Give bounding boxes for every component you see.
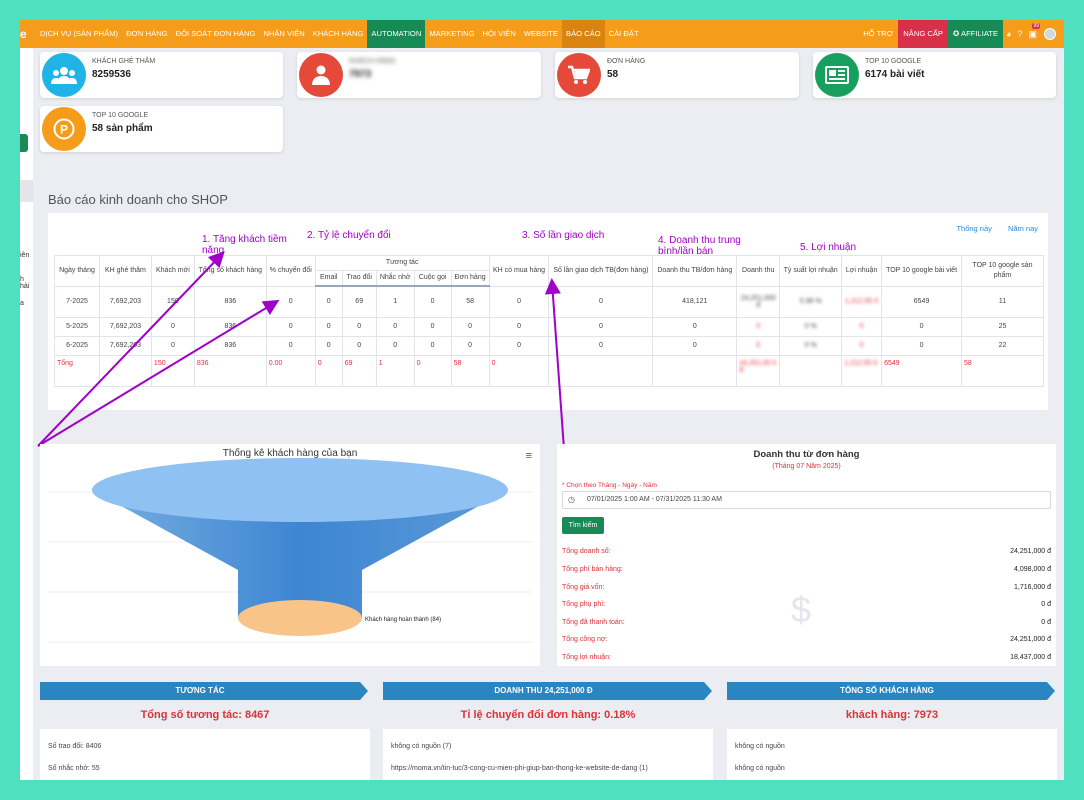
- revenue-title: Doanh thu từ đơn hàng: [753, 449, 860, 460]
- revenue-row: Tổng giá vốn: 1,716,000 đ: [562, 584, 1051, 596]
- arrow-to-potential-customers: [37, 251, 225, 447]
- revenue-row: Tổng đã thanh toán: 0 đ: [562, 619, 1051, 631]
- panel-total-interactions: Tổng số tương tác: 8467: [140, 709, 270, 721]
- panel-box-revenue: không có nguồn (7) https://moma.vn/tin-t…: [383, 729, 713, 780]
- revenue-card: Doanh thu từ đơn hàng (Tháng 07 Năm 2025…: [557, 444, 1056, 666]
- annotation-3: 3. Số lần giao dịch: [522, 230, 605, 241]
- panel-header-interactions[interactable]: TƯƠNG TÁC: [40, 682, 368, 700]
- revenue-row-value: 1,716,000 đ: [1014, 584, 1051, 591]
- funnel-data-label: Khách hàng hoàn thành (84): [365, 617, 441, 623]
- annotation-5: 5. Lợi nhuận: [800, 242, 857, 253]
- annotation-arrows: [37, 251, 566, 464]
- date-filter-label: * Chọn theo Tháng - Ngày - Năm: [562, 482, 657, 489]
- revenue-row: Tổng phí bán hàng: 4,098,000 đ: [562, 566, 1051, 578]
- panel-line: Số nhắc nhở: 55: [48, 765, 100, 772]
- revenue-row-value: 18,437,000 đ: [1010, 654, 1051, 661]
- panel-line: không có nguồn: [735, 743, 785, 750]
- customer-funnel-card: Thống kê khách hàng của bạn ≡ Khách hàng…: [40, 444, 540, 666]
- date-range-input[interactable]: ◷ 07/01/2025 1:00 AM - 07/31/2025 11:30 …: [562, 491, 1051, 509]
- panel-line: Số trao đổi: 8406: [48, 743, 102, 750]
- funnel-bottom[interactable]: [238, 600, 362, 636]
- panel-box-interactions: Số trao đổi: 8406 Số nhắc nhở: 55: [40, 729, 370, 780]
- panel-line: không có nguồn: [735, 765, 785, 772]
- annotation-1: 1. Tăng khách tiềm năng: [202, 234, 287, 256]
- revenue-row-value: 0 đ: [1041, 619, 1051, 626]
- revenue-row-label: Tổng doanh số:: [562, 548, 611, 555]
- funnel-chart: Khách hàng hoàn thành (84): [48, 458, 532, 643]
- revenue-row-value: 24,251,000 đ: [1010, 636, 1051, 643]
- revenue-row-value: 24,251,000 đ: [1010, 548, 1051, 555]
- panel-header-customers[interactable]: TỔNG SỐ KHÁCH HÀNG: [727, 682, 1055, 700]
- panel-line[interactable]: không có nguồn (7): [391, 743, 451, 750]
- annotation-4: 4. Doanh thu trung bình/lần bán: [658, 235, 741, 257]
- revenue-row-value: 4,098,000 đ: [1014, 566, 1051, 573]
- revenue-row: Tổng lợi nhuận: 18,437,000 đ: [562, 654, 1051, 666]
- revenue-row-label: Tổng phí bán hàng:: [562, 566, 623, 573]
- panel-conversion-rate: Tỉ lệ chuyển đổi đơn hàng: 0.18%: [460, 709, 636, 721]
- revenue-row-label: Tổng phụ phí:: [562, 601, 606, 608]
- annotation-2: 2. Tỷ lệ chuyển đổi: [307, 230, 391, 241]
- funnel-top: [92, 458, 508, 522]
- panel-line[interactable]: https://moma.vn/tin-tuc/3-cong-cu-mien-p…: [391, 765, 648, 772]
- revenue-row-value: 0 đ: [1041, 601, 1051, 608]
- date-range-value: 07/01/2025 1:00 AM - 07/31/2025 11:30 AM: [587, 496, 722, 503]
- revenue-row: Tổng doanh số: 24,251,000 đ: [562, 548, 1051, 560]
- revenue-subtitle: (Tháng 07 Năm 2025): [772, 463, 841, 470]
- calendar-icon: ◷: [568, 495, 575, 504]
- revenue-row: Tổng phụ phí: 0 đ: [562, 601, 1051, 613]
- panel-header-revenue[interactable]: DOANH THU 24,251,000 Đ: [383, 682, 712, 700]
- revenue-row-label: Tổng lợi nhuận:: [562, 654, 611, 661]
- app-window: e DỊCH VỤ (SẢN PHẨM) ĐƠN HÀNG ĐỐI SOÁT Đ…: [20, 20, 1064, 780]
- revenue-row: Tổng công nợ: 24,251,000 đ: [562, 636, 1051, 648]
- panel-total-customers: khách hàng: 7973: [845, 709, 939, 721]
- arrow-to-transactions: [544, 278, 566, 464]
- revenue-row-label: Tổng công nợ:: [562, 636, 608, 643]
- revenue-row-label: Tổng đã thanh toán:: [562, 619, 625, 626]
- revenue-row-label: Tổng giá vốn:: [562, 584, 605, 591]
- arrow-to-conversion: [37, 299, 280, 447]
- panel-box-customers: không có nguồn không có nguồn: [727, 729, 1057, 780]
- search-button[interactable]: Tìm kiếm: [562, 517, 604, 534]
